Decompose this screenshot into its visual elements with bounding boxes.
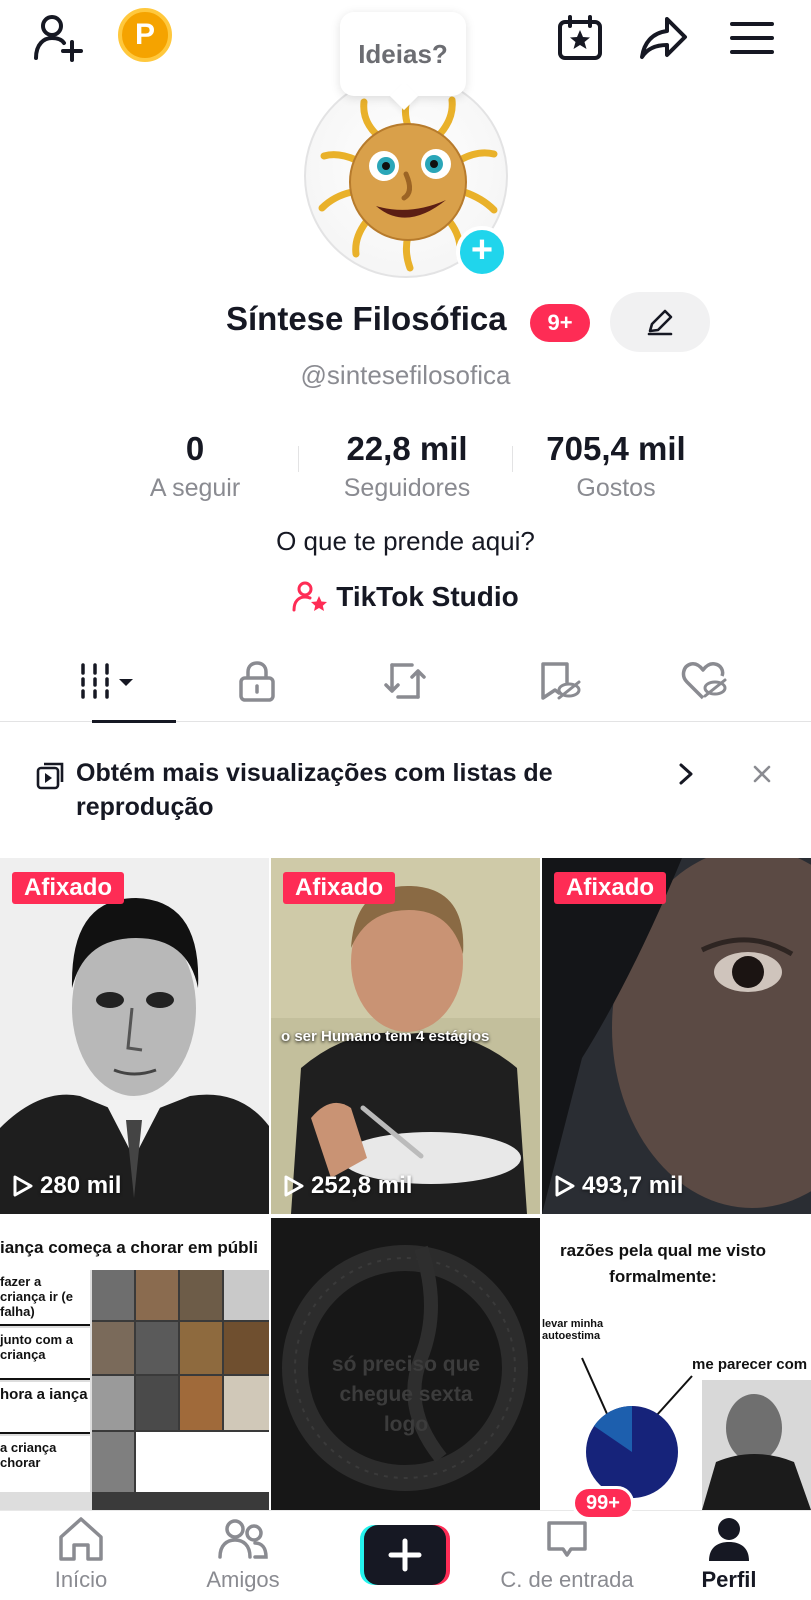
stat-likes[interactable]: 705,4 mil Gostos xyxy=(526,430,706,503)
lock-icon xyxy=(239,661,275,702)
tab-liked[interactable] xyxy=(624,640,786,722)
pie-chart-image xyxy=(581,1357,811,1510)
nav-label: C. de entrada xyxy=(500,1567,634,1592)
stat-label: Seguidores xyxy=(343,474,471,502)
inbox-message-icon xyxy=(547,1521,587,1557)
tiktok-studio-link[interactable]: TikTok Studio xyxy=(0,580,811,614)
meme-row: hora a iança xyxy=(0,1382,90,1434)
inbox-badge: 99+ xyxy=(572,1486,634,1520)
meme-row: a criança chorar xyxy=(0,1436,90,1492)
video-grid: Afixado 280 mil Afixado o ser Humano tem… xyxy=(0,858,811,1510)
playlist-icon xyxy=(36,762,64,790)
ideas-tooltip-text: Ideias? xyxy=(358,38,448,69)
nav-inbox[interactable]: C. de entrada xyxy=(486,1515,648,1600)
video-thumbnail[interactable]: Afixado o ser Humano tem 4 estágios 252,… xyxy=(271,858,540,1214)
stat-label: A seguir xyxy=(149,474,241,502)
tiktok-studio-label: TikTok Studio xyxy=(336,581,519,612)
profile-name: Síntese Filosófica xyxy=(226,300,507,337)
tab-reposts[interactable] xyxy=(324,640,486,722)
videos-grid-icon xyxy=(81,663,133,699)
nav-label: Início xyxy=(54,1567,108,1592)
home-icon xyxy=(59,1517,103,1561)
chevron-right-icon[interactable] xyxy=(676,762,696,786)
coins-icon[interactable]: P xyxy=(118,8,172,62)
video-thumbnail[interactable]: só preciso que chegue sexta logo xyxy=(271,1218,540,1510)
view-count-text: 493,7 mil xyxy=(582,1172,684,1199)
video-caption: o ser Humano tem 4 estágios xyxy=(281,1028,490,1045)
meme-row: junto com a criança xyxy=(0,1328,90,1380)
tab-private[interactable] xyxy=(176,640,338,722)
menu-button[interactable] xyxy=(724,10,780,66)
create-button[interactable] xyxy=(360,1525,450,1585)
stat-value: 0 xyxy=(185,430,205,467)
stat-divider xyxy=(298,446,299,472)
play-outline-icon xyxy=(13,1175,33,1197)
pinned-label: Afixado xyxy=(283,872,396,904)
nav-profile[interactable]: Perfil xyxy=(648,1515,810,1600)
close-icon[interactable] xyxy=(752,764,772,784)
view-count-text: 252,8 mil xyxy=(311,1172,413,1199)
video-thumbnail[interactable]: iança começa a chorar em públi fazer a c… xyxy=(0,1218,269,1510)
view-count-text: 280 mil xyxy=(40,1172,122,1199)
bottom-navigation: Início Amigos C. de entrada Perfil xyxy=(0,1510,811,1600)
video-caption: razões pela qual me visto formalmente: xyxy=(560,1241,766,1286)
stat-following[interactable]: 0 A seguir xyxy=(130,430,260,503)
video-caption: iança começa a chorar em públi xyxy=(0,1238,258,1257)
view-count: 493,7 mil xyxy=(554,1172,683,1200)
stat-label: Gostos xyxy=(576,474,656,502)
nav-home[interactable]: Início xyxy=(0,1515,162,1600)
stat-value: 22,8 mil xyxy=(346,430,468,467)
nav-label: Perfil xyxy=(701,1567,757,1592)
video-thumbnail[interactable]: Afixado 493,7 mil xyxy=(542,858,811,1214)
stat-value: 705,4 mil xyxy=(546,430,686,467)
tab-videos[interactable] xyxy=(26,640,188,723)
notification-badge[interactable]: 9+ xyxy=(530,304,590,342)
philosophers-collage-image xyxy=(92,1270,269,1510)
pencil-icon xyxy=(647,309,673,336)
share-button[interactable] xyxy=(636,10,692,66)
meme-table: fazer a criança ir (e falha) junto com a… xyxy=(0,1270,269,1510)
edit-profile-button[interactable] xyxy=(610,292,710,352)
hamburger-menu-icon xyxy=(730,22,774,54)
heart-hidden-icon xyxy=(681,662,727,700)
nav-label: Amigos xyxy=(206,1567,280,1592)
video-caption: só preciso que chegue sexta logo xyxy=(331,1353,481,1436)
profile-bio: O que te prende aqui? xyxy=(276,526,535,556)
profile-tabs xyxy=(0,640,811,723)
meme-row: fazer a criança ir (e falha) xyxy=(0,1270,90,1326)
creator-star-icon xyxy=(292,581,328,612)
add-friend-button[interactable] xyxy=(30,10,86,66)
share-arrow-icon xyxy=(640,17,687,59)
tab-saved[interactable] xyxy=(478,640,640,722)
playlist-banner-text: Obtém mais visualizações com listas de r… xyxy=(76,759,553,821)
calendar-star-icon xyxy=(558,15,602,60)
active-tab-indicator xyxy=(92,720,176,723)
nav-friends[interactable]: Amigos xyxy=(162,1515,324,1600)
stat-divider xyxy=(512,446,513,472)
add-user-icon xyxy=(34,15,83,62)
friends-icon xyxy=(218,1519,268,1559)
pinned-label: Afixado xyxy=(554,872,667,904)
view-count: 252,8 mil xyxy=(283,1172,412,1200)
playlist-banner[interactable]: Obtém mais visualizações com listas de r… xyxy=(36,756,776,826)
pinned-label: Afixado xyxy=(12,872,125,904)
close-up-eye-image xyxy=(542,858,811,1214)
add-story-button[interactable]: + xyxy=(456,226,508,278)
ideas-tooltip[interactable]: Ideias? xyxy=(340,12,466,96)
calendar-star-button[interactable] xyxy=(552,10,608,66)
play-outline-icon xyxy=(284,1175,304,1197)
portrait-image xyxy=(0,858,269,1214)
view-count: 280 mil xyxy=(12,1172,121,1200)
video-thumbnail[interactable]: Afixado 280 mil xyxy=(0,858,269,1214)
stat-followers[interactable]: 22,8 mil Seguidores xyxy=(318,430,496,503)
profile-person-icon xyxy=(709,1518,749,1561)
bookmark-hidden-icon xyxy=(541,662,581,700)
repost-icon xyxy=(384,663,426,699)
video-thumbnail[interactable]: razões pela qual me visto formalmente: l… xyxy=(542,1218,811,1510)
plus-create-icon xyxy=(360,1525,450,1585)
profile-handle: @sintesefilosofica xyxy=(300,360,511,390)
play-outline-icon xyxy=(555,1175,575,1197)
